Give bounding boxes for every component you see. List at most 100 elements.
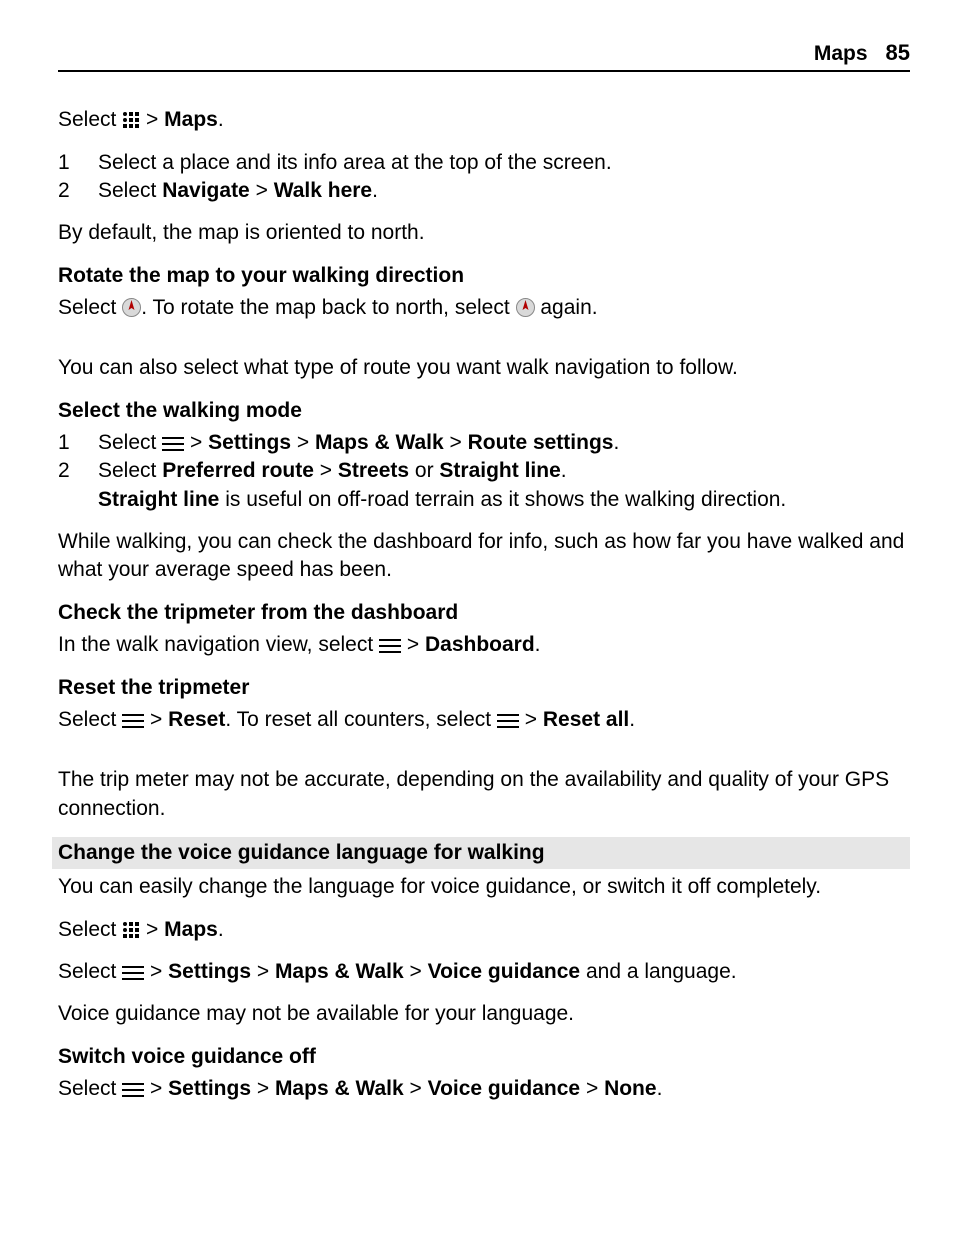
route-settings-label: Route settings [468,431,614,454]
reset-heading: Reset the tripmeter [58,674,910,702]
navigate-label: Navigate [162,179,250,202]
text: . To rotate the map back to north, selec… [141,296,515,319]
menu-icon [379,638,401,654]
text: Select [58,296,122,319]
text: . [561,459,567,482]
step-number: 2 [58,457,98,485]
rotate-heading: Rotate the map to your walking direction [58,262,910,290]
menu-icon [122,1082,144,1098]
step-number: 1 [58,429,98,457]
step-2: 2 Select Preferred route > Streets or St… [58,457,910,485]
apps-grid-icon [122,111,140,129]
text: Select [58,1077,122,1100]
preferred-route-label: Preferred route [162,459,314,482]
reset-label: Reset [168,708,225,731]
text: > [407,633,425,656]
text: . To reset all counters, select [225,708,497,731]
text: . [629,708,635,731]
text: > [146,108,164,131]
text: . [218,918,224,941]
step-text: Select > Settings > Maps & Walk > Route … [98,429,910,457]
settings-label: Settings [168,960,251,983]
voice-guidance-heading: Change the voice guidance language for w… [52,837,910,869]
text: > [291,431,315,454]
none-label: None [604,1077,657,1100]
gps-note-text: The trip meter may not be accurate, depe… [58,766,910,823]
text: . [218,108,224,131]
rotate-text: Select . To rotate the map back to north… [58,294,910,322]
text: Select [98,459,162,482]
text: again. [535,296,598,319]
switch-off-text: Select > Settings > Maps & Walk > Voice … [58,1075,910,1103]
step-text: Select Preferred route > Streets or Stra… [98,457,910,485]
maps-walk-label: Maps & Walk [315,431,444,454]
text: or [409,459,439,482]
menu-icon [162,436,184,452]
dashboard-intro-text: While walking, you can check the dashboa… [58,528,910,585]
text: Select [98,431,162,454]
step-1: 1 Select a place and its info area at th… [58,149,910,177]
text: In the walk navigation view, select [58,633,379,656]
settings-label: Settings [208,431,291,454]
switch-off-heading: Switch voice guidance off [58,1043,910,1071]
text: > [146,918,164,941]
step-text: Select Navigate > Walk here. [98,177,910,205]
step-text: Select a place and its info area at the … [98,149,910,177]
reset-text: Select > Reset. To reset all counters, s… [58,706,910,734]
step-1: 1 Select > Settings > Maps & Walk > Rout… [58,429,910,457]
default-north-text: By default, the map is oriented to north… [58,219,910,247]
text: > [190,431,208,454]
reset-all-label: Reset all [543,708,629,731]
page: Maps 85 Select > Maps. 1 Select a place … [0,0,954,1258]
tripmeter-text: In the walk navigation view, select > Da… [58,631,910,659]
voice-availability-text: Voice guidance may not be available for … [58,1000,910,1028]
menu-icon [122,965,144,981]
tripmeter-heading: Check the tripmeter from the dashboard [58,599,910,627]
intro-select-maps: Select > Maps. [58,106,910,134]
text: > [150,960,168,983]
text: . [535,633,541,656]
maps-label: Maps [164,918,218,941]
voice-intro-text: You can easily change the language for v… [58,873,910,901]
text: . [613,431,619,454]
text: > [251,960,275,983]
text: > [314,459,338,482]
apps-grid-icon [122,921,140,939]
maps-walk-label: Maps & Walk [275,1077,404,1100]
menu-icon [497,713,519,729]
text: Select [58,108,122,131]
text: > [150,708,168,731]
step-2: 2 Select Navigate > Walk here. [58,177,910,205]
text: Select [58,960,122,983]
voice-select-settings: Select > Settings > Maps & Walk > Voice … [58,958,910,986]
route-intro-text: You can also select what type of route y… [58,354,910,382]
straight-line-label: Straight line [439,459,560,482]
steps-navigate: 1 Select a place and its info area at th… [58,149,910,206]
compass-north-icon [122,298,141,317]
menu-icon [122,713,144,729]
header-title: Maps [814,40,868,68]
text: Select [58,918,122,941]
steps-walking-mode: 1 Select > Settings > Maps & Walk > Rout… [58,429,910,486]
dashboard-label: Dashboard [425,633,535,656]
text: Select [58,708,122,731]
text: Select [98,179,162,202]
text: > [525,708,543,731]
page-number: 85 [886,38,910,68]
text: > [404,960,428,983]
voice-guidance-label: Voice guidance [428,960,581,983]
compass-north-icon [516,298,535,317]
text: > [444,431,468,454]
streets-label: Streets [338,459,409,482]
straight-line-label: Straight line [98,488,219,511]
walking-mode-heading: Select the walking mode [58,397,910,425]
page-header: Maps 85 [58,38,910,72]
text: > [404,1077,428,1100]
settings-label: Settings [168,1077,251,1100]
text: > [250,179,274,202]
step-number: 1 [58,149,98,177]
straight-line-note: Straight line is useful on off-road terr… [58,486,910,514]
maps-walk-label: Maps & Walk [275,960,404,983]
text: > [251,1077,275,1100]
text: . [657,1077,663,1100]
